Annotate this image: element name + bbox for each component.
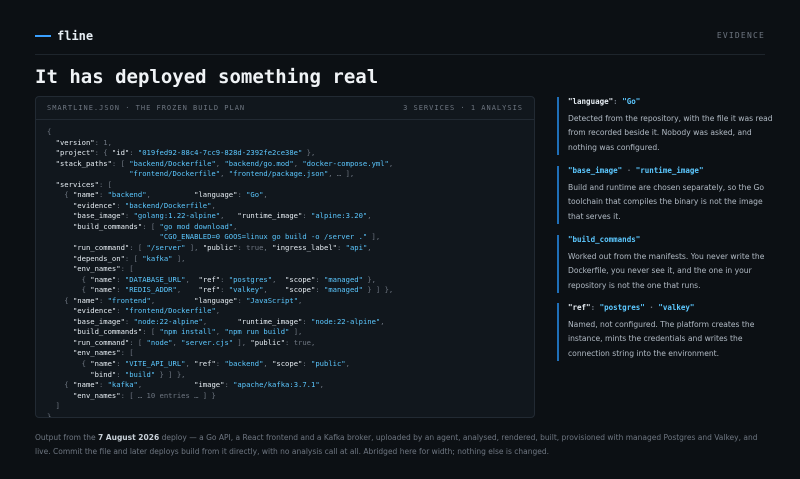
logo[interactable]: fline	[35, 29, 93, 43]
footer-caption: Output from the 7 August 2026 deploy — a…	[35, 431, 770, 458]
code-panel-label: SMARTLINE.JSON · THE FROZEN BUILD PLAN	[47, 104, 246, 112]
note-images: "base_image" · "runtime_image" Build and…	[557, 166, 778, 224]
code-line: { "name": "frontend", "language": "JavaS…	[47, 295, 303, 305]
section-label: EVIDENCE	[716, 31, 765, 40]
footer-prefix: Output from the	[35, 433, 98, 442]
note-language: "language": "Go" Detected from the repos…	[557, 97, 778, 155]
code-line: "project": { "id": "019fed92-88c4-7cc9-8…	[55, 148, 316, 158]
code-line: "base_image": "golang:1.22-alpine", "run…	[72, 211, 372, 221]
code-line: "services": [	[55, 179, 112, 189]
note-refs: "ref": "postgres" · "valkey" Named, not …	[557, 303, 778, 361]
code-line: { "name": "REDIS_ADDR", "ref": "valkey",…	[47, 285, 394, 295]
code-line: "base_image": "node:22-alpine", "runtime…	[72, 316, 385, 326]
code-line: }	[47, 411, 52, 418]
code-line: "env_names": [	[72, 348, 134, 358]
code-line: "evidence": "frontend/Dockerfile",	[72, 306, 221, 316]
page-title: It has deployed something real	[35, 66, 379, 88]
code-line: "build_commands": [ "npm install", "npm …	[72, 327, 303, 337]
logo-dash-icon	[35, 35, 51, 37]
code-line: "build_commands": [ "go mod download",	[72, 221, 238, 231]
code-line: "stack_paths": [ "backend/Dockerfile", "…	[55, 158, 394, 168]
top-bar: fline EVIDENCE	[35, 26, 765, 55]
code-panel-header: SMARTLINE.JSON · THE FROZEN BUILD PLAN 3…	[36, 97, 534, 120]
code-line: "depends_on": [ "kafka" ],	[72, 253, 186, 263]
note-title: "language": "Go"	[568, 97, 641, 106]
code-line: { "name": "VITE_API_URL", "ref": "backen…	[47, 359, 350, 369]
note-title: "build_commands"	[568, 235, 641, 244]
note-body: Detected from the repository, with the f…	[568, 114, 773, 152]
code-line: "frontend/Dockerfile", "frontend/package…	[129, 169, 355, 179]
code-line: "run_command": [ "/server" ], "public": …	[72, 243, 372, 253]
code-line: "CGO_ENABLED=0 GOOS=linux go build -o /s…	[159, 232, 381, 242]
code-line: { "name": "backend", "language": "Go",	[47, 190, 268, 200]
note-build-commands: "build_commands" Worked out from the man…	[557, 235, 778, 293]
code-line: "env_names": [ … 10 entries … ] }	[72, 390, 216, 400]
code-line: ]	[47, 401, 60, 411]
code-line: "run_command": [ "node", "server.cjs" ],…	[72, 337, 316, 347]
code-line: "version": 1,	[55, 137, 112, 147]
note-title: "ref": "postgres" · "valkey"	[568, 303, 695, 312]
logo-text: fline	[57, 29, 94, 43]
code-line: "bind": "build" } ] },	[90, 369, 186, 379]
code-panel: SMARTLINE.JSON · THE FROZEN BUILD PLAN 3…	[35, 96, 535, 418]
note-body: Worked out from the manifests. You never…	[568, 252, 765, 290]
note-body: Build and runtime are chosen separately,…	[568, 183, 765, 221]
footer-date: 7 August 2026	[97, 433, 160, 442]
code-line: "evidence": "backend/Dockerfile",	[72, 200, 216, 210]
code-line: { "name": "DATABASE_URL", "ref": "postgr…	[47, 274, 376, 284]
code-line: {	[47, 127, 52, 136]
code-line: "env_names": [	[72, 264, 134, 274]
note-title: "base_image" · "runtime_image"	[568, 166, 704, 175]
code-panel-meta: 3 SERVICES · 1 ANALYSIS	[403, 104, 523, 112]
note-body: Named, not configured. The platform crea…	[568, 320, 755, 358]
code-block: { "version": 1, "project": { "id": "019f…	[47, 127, 394, 418]
code-line: { "name": "kafka", "image": "apache/kafk…	[47, 380, 324, 390]
